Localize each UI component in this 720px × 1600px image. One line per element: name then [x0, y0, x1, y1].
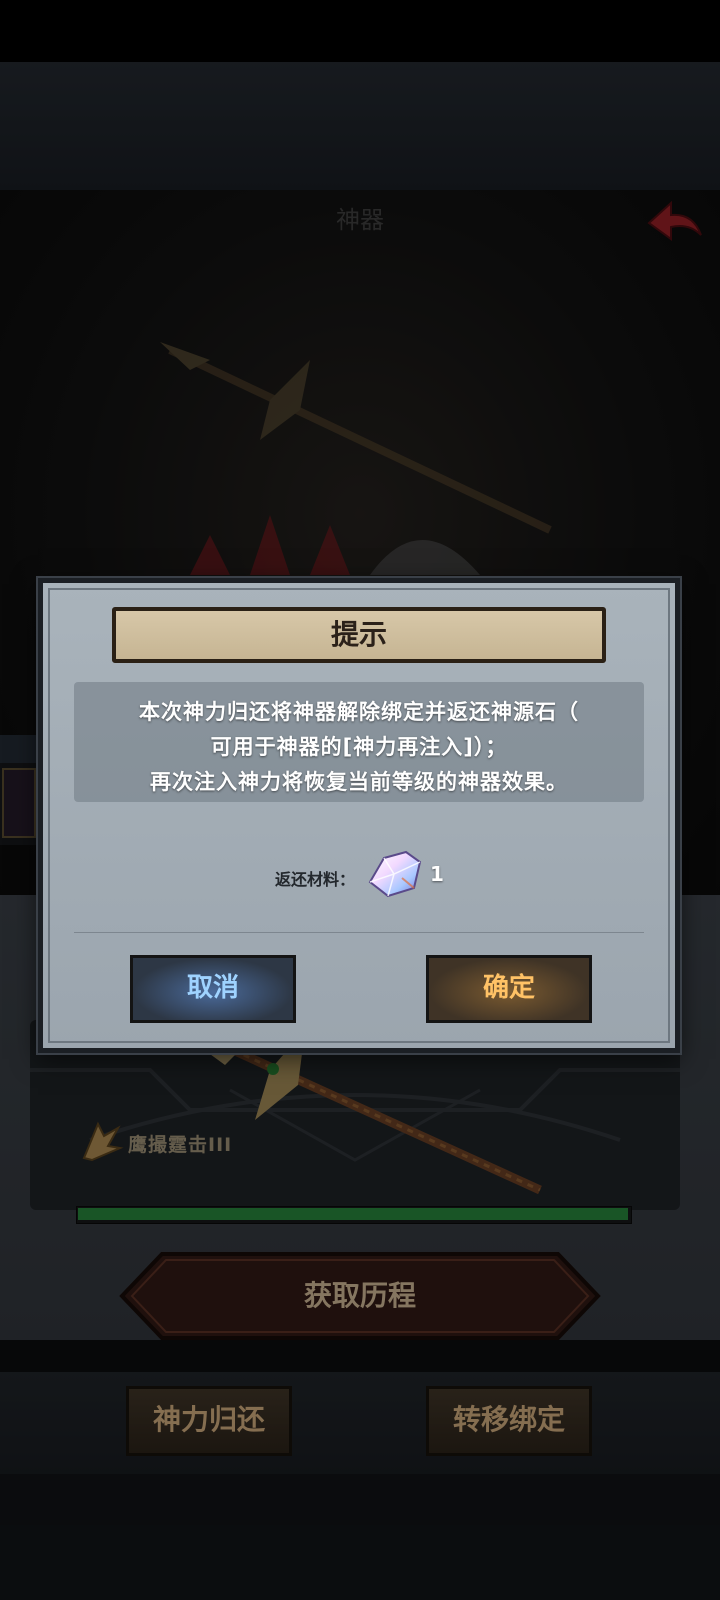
dialog-title: 提示 [330, 618, 387, 651]
dialog-message-line: 本次神力归还将神器解除绑定并返还神源石（ [139, 700, 579, 724]
reward-label: 返还材料： [275, 870, 356, 889]
confirm-button[interactable]: 确定 [426, 955, 592, 1023]
dialog-divider [74, 932, 644, 933]
cancel-button[interactable]: 取消 [130, 955, 296, 1023]
dialog-message-line: 再次注入神力将恢复当前等级的神器效果。 [150, 770, 568, 794]
dialog-message-line: 可用于神器的[神力再注入]）； [210, 735, 508, 759]
crystal-gem-icon [368, 850, 422, 898]
reward-count: 1 [430, 862, 444, 886]
